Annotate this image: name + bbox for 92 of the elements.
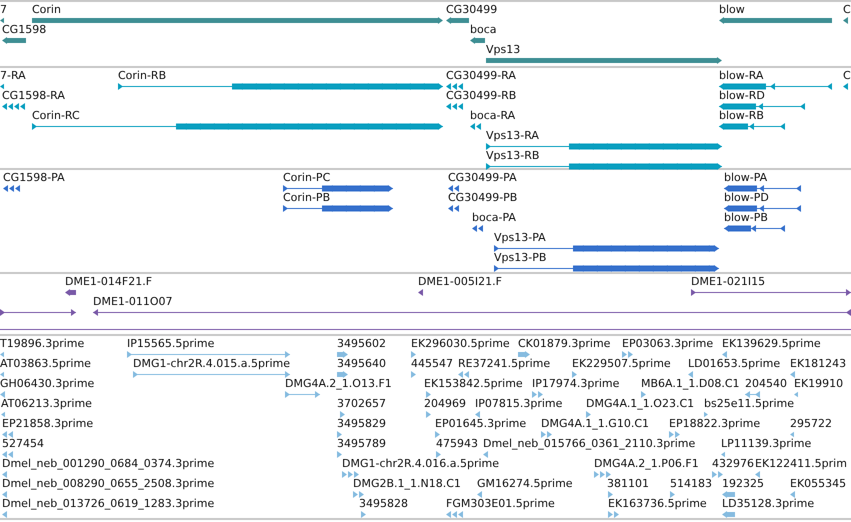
feature-label: 7-RA <box>0 69 26 82</box>
feature-label: CG1598-RA <box>2 89 65 102</box>
feature-label: MB6A.1_1.D08.C1 <box>641 377 740 390</box>
feature-label: 192325 <box>722 477 764 490</box>
feature-label: GH06430.3prime <box>0 377 94 390</box>
feature-label: blow-PD <box>724 191 769 204</box>
feature-label: Vps13-RB <box>486 149 540 162</box>
feature-label: Corin-RB <box>118 69 166 82</box>
feature-label: 381101 <box>607 477 649 490</box>
feature-label: T19896.3prime <box>0 337 84 350</box>
feature-label: 3495828 <box>359 497 408 510</box>
feature-label: Dmel_neb_001290_0684_0374.3prime <box>2 457 214 470</box>
feature-label: 3495829 <box>337 417 386 430</box>
feature-label: Dmel_neb_015766_0361_2110.3prime <box>483 437 696 450</box>
feature-label: DMG4A.2_1.P06.F1 <box>594 457 699 470</box>
feature-label: LD01653.5prime <box>688 357 780 370</box>
feature-label: blow-PA <box>724 171 768 184</box>
feature-label: Dmel_neb_008290_0655_2508.3prime <box>2 477 214 490</box>
feature-label: 3495602 <box>337 337 386 350</box>
feature-label: IP15565.5prime <box>127 337 214 350</box>
feature-label: blow-RD <box>719 89 765 102</box>
feature-label: EK181243 <box>790 357 846 370</box>
feature-label: DME1-005I21.F <box>418 275 502 288</box>
feature-label: Vps13 <box>486 43 520 56</box>
feature-label: CG1598 <box>2 23 46 36</box>
feature-label: 3495789 <box>337 437 386 450</box>
feature-label: Corin-RC <box>32 109 80 122</box>
feature-label: 3702657 <box>337 397 386 410</box>
feature-label: Vps13-PA <box>494 231 546 244</box>
feature-label: blow <box>719 3 745 16</box>
feature-label: CG1598-PA <box>3 171 65 184</box>
feature-label: boca-RA <box>470 109 516 122</box>
feature-label: AT03863.5prime <box>0 357 91 370</box>
feature-label: IP07815.3prime <box>475 397 562 410</box>
feature-label: DMG1-chr2R.4.016.a.5prime <box>342 457 500 470</box>
feature-label: EK055345 <box>790 477 846 490</box>
feature-label: blow-RB <box>719 109 764 122</box>
feature-label: DMG4A.2_1.O13.F1 <box>285 377 392 390</box>
feature-label: 204540 <box>745 377 787 390</box>
feature-label: EK163736.5prime <box>608 497 707 510</box>
feature-label: EK153842.5prime <box>424 377 523 390</box>
feature-label: EP01645.3prime <box>435 417 526 430</box>
feature-label: LP11139.3prime <box>721 437 812 450</box>
feature-label: boca-PA <box>472 211 516 224</box>
feature-label: CG30499-RA <box>446 69 516 82</box>
feature-label: DMG4A.1_1.G10.C1 <box>541 417 650 430</box>
feature-label: Corin-PC <box>283 171 330 184</box>
feature-label: 432976 <box>712 457 754 470</box>
feature-label: EK296030.5prime <box>411 337 510 350</box>
feature-label: DMG1-chr2R.4.015.a.5prime <box>133 357 290 370</box>
feature-label: 204969 <box>424 397 466 410</box>
feature-label: CG30499-PA <box>448 171 517 184</box>
feature-label: C <box>843 69 851 82</box>
feature-label: CG30499 <box>446 3 498 16</box>
feature-label: DMG2B.1_1.N18.C1 <box>353 477 461 490</box>
feature-label: blow-RA <box>719 69 764 82</box>
feature-label: DME1-011O07 <box>93 295 173 308</box>
feature-label: 445547 <box>411 357 453 370</box>
feature-label: C <box>843 3 851 16</box>
feature-label: Corin-PB <box>283 191 330 204</box>
feature-label: CK01879.3prime <box>518 337 610 350</box>
feature-label: blow-PB <box>724 211 768 224</box>
feature-label: LD35128.3prime <box>722 497 814 510</box>
feature-label: 295722 <box>790 417 832 430</box>
feature-label: Vps13-RA <box>486 129 539 142</box>
feature-label: 475943 <box>436 437 478 450</box>
feature-label: EP18822.3prime <box>669 417 760 430</box>
feature-label: 7 <box>0 3 7 16</box>
feature-label: FGM303E01.5prime <box>446 497 555 510</box>
feature-label: AT06213.3prime <box>1 397 92 410</box>
feature-label: DME1-014F21.F <box>65 275 152 288</box>
feature-label: EP03063.3prime <box>622 337 714 350</box>
feature-label: EK19910 <box>794 377 844 390</box>
feature-label: Corin <box>32 3 61 16</box>
feature-label: EK122411.5prim <box>755 457 847 470</box>
feature-label: DME1-021I15 <box>691 275 766 288</box>
feature-label: 527454 <box>2 437 44 450</box>
feature-label: CG30499-RB <box>446 89 516 102</box>
feature-label: EK139629.5prime <box>722 337 821 350</box>
feature-label: RE37241.5prime <box>458 357 550 370</box>
feature-label: 514183 <box>670 477 712 490</box>
feature-label: boca <box>470 23 497 36</box>
feature-label: IP17974.3prime <box>532 377 620 390</box>
feature-label: EP21858.3prime <box>2 417 94 430</box>
feature-label: bs25e11.5prime <box>704 397 794 410</box>
feature-label: GM16274.5prime <box>477 477 573 490</box>
feature-label: Vps13-PB <box>494 251 546 264</box>
feature-label: Dmel_neb_013726_0619_1283.3prime <box>2 497 214 510</box>
feature-label: DMG4A.1_1.O23.C1 <box>586 397 694 410</box>
feature-label: EK229507.5prime <box>572 357 671 370</box>
feature-label: 3495640 <box>337 357 386 370</box>
feature-label: CG30499-PB <box>448 191 518 204</box>
